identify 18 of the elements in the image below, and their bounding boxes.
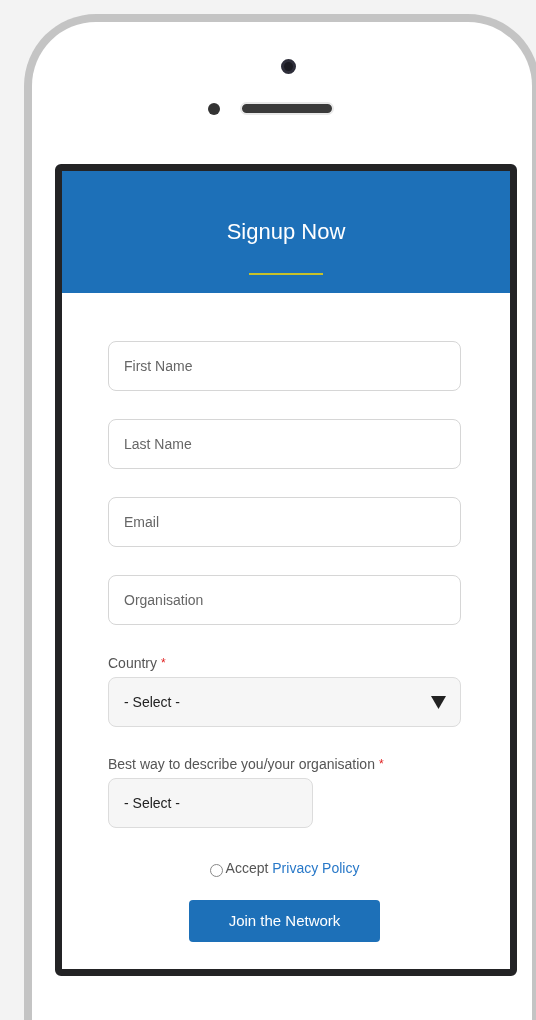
speaker-icon: [240, 102, 334, 115]
required-mark: *: [161, 655, 166, 671]
field-label: Best way to describe you/your organisation: [108, 756, 375, 772]
privacy-policy-link[interactable]: Privacy Policy: [272, 860, 360, 876]
submit-button[interactable]: Join the Network: [189, 900, 380, 942]
sensor-icon: [208, 102, 220, 115]
camera-icon: [281, 59, 296, 74]
dropdown-arrow-icon: [431, 695, 446, 709]
text-input-field[interactable]: Organisation: [108, 575, 461, 625]
dropdown-select[interactable]: - Select -: [108, 778, 313, 828]
consent-text: Accept Privacy Policy: [225, 859, 360, 878]
field-label: Country: [108, 655, 158, 671]
required-mark: *: [378, 756, 384, 772]
text-input-field[interactable]: First Name: [108, 341, 461, 391]
text-input-field[interactable]: Last Name: [108, 419, 461, 469]
form-title: Signup Now: [226, 218, 346, 246]
text-input-field[interactable]: Email: [108, 497, 461, 547]
dropdown-select[interactable]: - Select -: [108, 677, 461, 727]
